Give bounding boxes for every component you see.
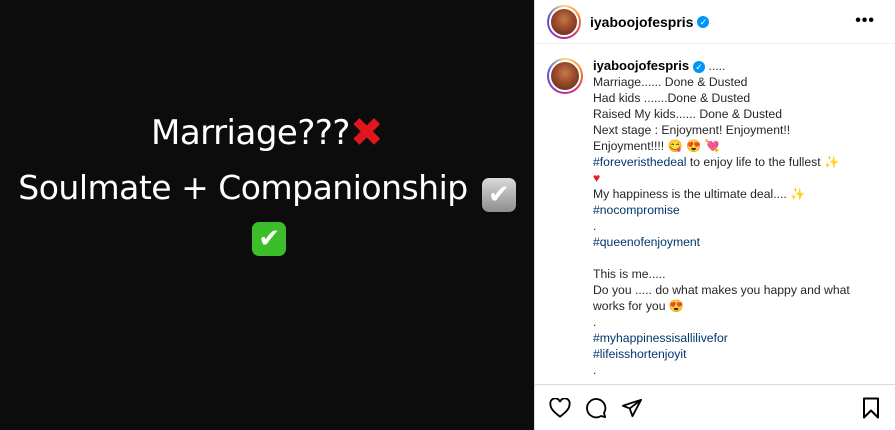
like-button[interactable] (547, 395, 573, 421)
image-line-1-text: Marriage??? (151, 113, 350, 153)
avatar-image (549, 60, 581, 92)
cross-mark-icon: ✖ (349, 110, 384, 156)
verified-badge-icon: ✓ (697, 15, 710, 28)
action-bar (535, 384, 895, 430)
hashtag-link[interactable]: #myhappinessisallilivefor (593, 330, 883, 346)
post-image[interactable]: Marriage???✖ Soulmate + Companionship ✔ ✔ (0, 0, 534, 430)
more-options-icon[interactable]: ••• (855, 12, 875, 30)
caption-dot: . (593, 315, 597, 329)
post-container: Marriage???✖ Soulmate + Companionship ✔ ✔… (0, 0, 895, 430)
post-header: iyaboojofespris ✓ ••• (535, 0, 895, 44)
caption-dot: . (593, 363, 597, 377)
caption-text: My happiness is the ultimate deal.... ✨ (593, 187, 806, 201)
hashtag-link[interactable]: #lifeisshortenjoyit (593, 346, 883, 362)
check-box-green-icon: ✔ (252, 222, 286, 256)
check-box-grey-icon: ✔ (481, 178, 516, 212)
caption-intro: ..... (705, 59, 726, 73)
avatar[interactable] (547, 4, 581, 39)
caption-text: to enjoy life to the fullest ✨ (686, 155, 840, 169)
share-button[interactable] (619, 395, 645, 421)
comment-icon (586, 397, 607, 418)
caption-body: iyaboojofespris ✓ ..... Marriage...... Do… (593, 58, 883, 378)
hashtag-link[interactable]: #queenofenjoyment (593, 234, 883, 250)
caption-line: Had kids .......Done & Dusted (593, 91, 751, 105)
caption-line: Next stage : Enjoyment! Enjoyment!! (593, 123, 791, 137)
image-line-2-text: Soulmate + Companionship (18, 168, 468, 207)
verified-badge-icon: ✓ (693, 61, 706, 73)
save-button[interactable] (858, 395, 884, 421)
caption-dot: . (593, 219, 597, 233)
hashtag-link[interactable]: #nocompromise (593, 202, 883, 218)
caption: iyaboojofespris ✓ ..... Marriage...... Do… (535, 44, 895, 378)
image-line-1: Marriage???✖ (0, 110, 534, 156)
post-side-panel: iyaboojofespris ✓ ••• iyaboojofespris ✓ .… (534, 0, 895, 430)
red-heart-icon: ♥ (593, 171, 601, 185)
hashtag-link[interactable]: #foreveristhedeal (593, 155, 687, 169)
caption-line: Raised My kids...... Done & Dusted (593, 107, 782, 121)
caption-text: Do you ..... do what makes you happy and… (593, 283, 850, 313)
image-line-2: Soulmate + Companionship ✔ ✔ (0, 168, 534, 256)
bookmark-icon (863, 397, 879, 418)
caption-line: Marriage...... Done & Dusted (593, 75, 748, 89)
comment-button[interactable] (583, 395, 609, 421)
heart-icon (549, 397, 571, 418)
avatar-image (549, 6, 579, 37)
caption-line: Enjoyment!!!! 😋 😍 💘 (593, 139, 720, 153)
header-username[interactable]: iyaboojofespris (590, 14, 693, 30)
caption-text: This is me..... (593, 267, 666, 281)
share-icon (622, 398, 642, 417)
caption-username[interactable]: iyaboojofespris (593, 58, 689, 73)
caption-avatar[interactable] (547, 58, 583, 94)
